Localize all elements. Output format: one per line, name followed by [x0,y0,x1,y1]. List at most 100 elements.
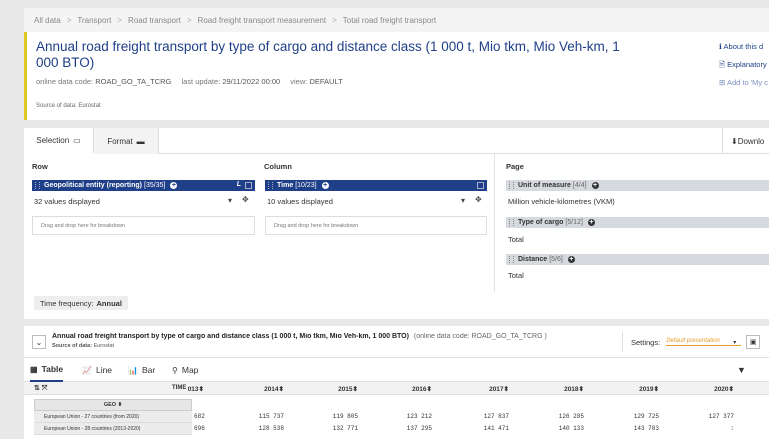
table-cell[interactable]: 682 [144,413,206,420]
breadcrumb: All data > Transport > Road transport > Roa… [24,8,769,32]
table-cell[interactable]: 123 212 [372,413,432,420]
dropdown-arrow-icon[interactable]: ▾ [733,339,736,346]
tab-map[interactable]: ⚲ Map [172,358,198,382]
expand-icon[interactable] [477,182,484,189]
move-icon[interactable]: ✥ [242,195,249,204]
column-drop-zone[interactable]: Drag and drop here for breakdown [265,216,487,235]
swap-axes-icon[interactable]: ⇅ ⤧ [34,384,47,393]
add-icon[interactable]: + [321,182,329,189]
page-dimension-unit[interactable]: Unit of measure [4/4] + [506,180,769,191]
table-cell[interactable]: : [674,425,734,432]
table-cell[interactable]: 129 725 [599,413,659,420]
page-dimension-cargo[interactable]: Type of cargo [5/12] + [506,217,769,228]
page-value-distance[interactable]: Total [508,271,524,280]
page-title: Annual road freight transport by type of… [36,39,620,70]
breadcrumb-item[interactable]: Transport [77,16,111,25]
table-cell[interactable]: 696 [144,425,206,432]
add-icon[interactable]: + [587,219,595,226]
page-column-title: Page [506,162,524,171]
year-header[interactable]: 013⬍ [144,385,204,393]
year-header[interactable]: 2014⬍ [224,385,284,393]
year-header[interactable]: 2019⬍ [599,385,659,393]
row-drop-zone[interactable]: Drag and drop here for breakdown [32,216,255,235]
explanatory-link[interactable]: 🗎 Explanatory [719,56,769,74]
add-icon[interactable]: + [170,182,178,189]
dropdown-arrow-icon[interactable]: ▾ [461,196,465,205]
document-icon: 🗎 [719,60,728,69]
drag-handle-icon[interactable] [268,182,273,189]
side-links: ℹ About this d 🗎 Explanatory ⊞ Add to 'M… [719,38,769,92]
download-button[interactable]: ⬇ Downlo [722,128,764,154]
page-value-unit[interactable]: Million vehicle-kilometres (VKM) [508,197,615,206]
column-dimension-time[interactable]: Time [10/23] + [265,180,487,191]
layout-panel: Row Column Page Geopolitical entity (rep… [24,154,769,319]
view-tabs: ▦ Table 📈 Line 📊 Bar ⚲ Map ▼ [24,358,769,382]
year-header[interactable]: 2016⬍ [372,385,432,393]
table-cell[interactable]: 140 133 [524,425,584,432]
expand-icon[interactable] [245,182,252,189]
drag-handle-icon[interactable] [509,256,514,263]
tab-table[interactable]: ▦ Table [30,358,64,382]
settings-area: Settings: Default presentation ▾ ▣ [622,332,761,352]
data-view-header: ⌄ Annual road freight transport by type … [24,326,769,358]
tab-line[interactable]: 📈 Line [82,358,112,382]
move-icon[interactable]: ✥ [475,195,482,204]
divider [494,154,495,292]
add-icon[interactable]: + [591,182,599,189]
page-dimension-distance[interactable]: Distance [5/6] + [506,254,769,265]
table-cell[interactable]: 128 538 [224,425,284,432]
data-source: Source of data: Eurostat [52,343,115,349]
add-icon: ⊞ [719,78,727,87]
year-header[interactable]: 2018⬍ [524,385,584,393]
table-cell[interactable]: 126 285 [524,413,584,420]
breadcrumb-item[interactable]: Road transport [128,16,181,25]
table-icon: ▦ [30,364,38,374]
add-icon[interactable]: + [567,256,575,263]
geo-dimension-label[interactable]: GEO ⬍ [34,399,192,411]
sort-icon[interactable]: L [237,181,241,188]
row-dimension-geo[interactable]: Geopolitical entity (reporting) [35/35] … [32,180,255,191]
map-pin-icon: ⚲ [172,365,178,375]
row-column-title: Row [32,162,48,171]
breadcrumb-item[interactable]: All data [34,16,61,25]
table-cell[interactable]: 115 737 [224,413,284,420]
data-view-title: Annual road freight transport by type of… [52,333,547,340]
table-cell[interactable]: 137 295 [372,425,432,432]
table-cell[interactable]: 127 837 [449,413,509,420]
table-cell[interactable]: 119 805 [298,413,358,420]
dataset-code: ROAD_GO_TA_TCRG [95,77,172,86]
save-button[interactable]: ▣ [746,335,761,349]
table-cell[interactable]: 141 471 [449,425,509,432]
table-cell[interactable]: 127 377 [674,413,734,420]
drag-handle-icon[interactable] [509,219,514,226]
year-header[interactable]: 2020⬍ [674,385,734,393]
presentation-select[interactable]: Default presentation [666,338,742,346]
dropdown-arrow-icon[interactable]: ▾ [228,196,232,205]
tab-selection[interactable]: Selection ▭ [24,128,94,154]
table-row: European Union - 27 countries (from 2020… [24,411,769,423]
bar-chart-icon: 📊 [128,365,138,375]
save-icon: ▣ [749,339,757,346]
table-cell[interactable]: 143 703 [599,425,659,432]
filter-icon[interactable]: ▼ [737,365,746,375]
drag-handle-icon[interactable] [509,182,514,189]
tab-bar[interactable]: 📊 Bar [128,358,155,382]
drag-handle-icon[interactable] [35,182,40,189]
about-link[interactable]: ℹ About this d [719,38,769,56]
year-header[interactable]: 2015⬍ [298,385,358,393]
view-name: DEFAULT [309,77,343,86]
breadcrumb-item[interactable]: Road freight transport measurement [198,16,327,25]
time-frequency-badge: Time frequency: Annual [34,296,128,310]
table-cell[interactable]: 132 771 [298,425,358,432]
breadcrumb-item[interactable]: Total road freight transport [343,16,436,25]
window-icon: ▭ [73,135,81,145]
row-values-count: 32 values displayed [34,197,100,206]
geo-header-row: GEO ⬍ [24,395,769,411]
add-to-my-link[interactable]: ⊞ Add to 'My c [719,74,769,92]
page-value-cargo[interactable]: Total [508,235,524,244]
metadata-line: online data code: ROAD_GO_TA_TCRG last u… [36,77,343,86]
minus-icon: ▬ [136,136,145,146]
collapse-button[interactable]: ⌄ [32,335,46,349]
year-header[interactable]: 2017⬍ [449,385,509,393]
tab-format[interactable]: Format ▬ [94,128,159,154]
